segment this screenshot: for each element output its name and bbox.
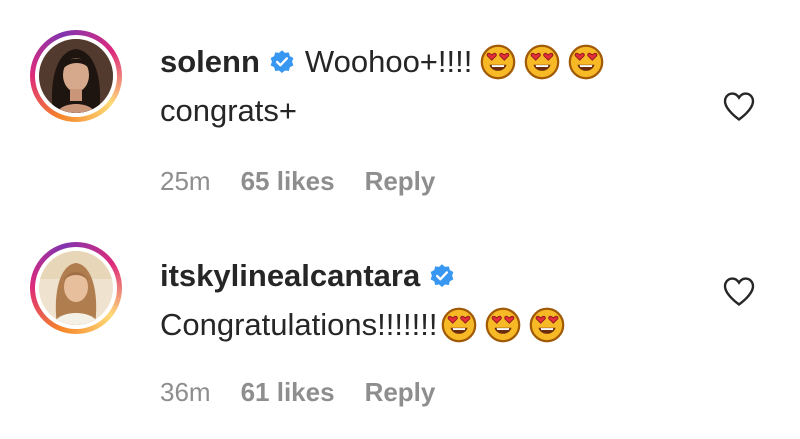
heart-outline-icon[interactable] bbox=[722, 90, 756, 122]
avatar[interactable] bbox=[39, 251, 113, 325]
heart-outline-icon[interactable] bbox=[722, 275, 756, 307]
comment-meta: 25m 65 likes Reply bbox=[160, 166, 465, 197]
heart-eyes-emoji bbox=[442, 307, 477, 343]
comment-likes-button[interactable]: 61 likes bbox=[241, 377, 335, 408]
heart-eyes-emoji bbox=[486, 307, 521, 343]
comment: itskylinealcantara Congratulations!!!!!!… bbox=[0, 215, 800, 439]
comment-timestamp[interactable]: 36m bbox=[160, 377, 211, 408]
comment-text: Congratulations!!!!!!! bbox=[160, 307, 438, 342]
verified-badge-icon bbox=[270, 50, 294, 74]
comment-username[interactable]: solenn bbox=[160, 44, 260, 80]
avatar-story-ring[interactable] bbox=[30, 30, 122, 122]
comment-text-continued: congrats+ bbox=[160, 93, 298, 128]
comment: solenn Woohoo+!!!! congrats+ 25m 65 like… bbox=[0, 0, 800, 215]
comment-timestamp[interactable]: 25m bbox=[160, 166, 211, 197]
heart-eyes-emoji bbox=[481, 44, 516, 80]
heart-eyes-emoji bbox=[569, 44, 604, 80]
comment-username[interactable]: itskylinealcantara bbox=[160, 258, 420, 294]
heart-eyes-emoji bbox=[525, 44, 560, 80]
comment-meta: 36m 61 likes Reply bbox=[160, 377, 465, 408]
verified-badge-icon bbox=[430, 264, 454, 288]
avatar[interactable] bbox=[39, 39, 113, 113]
avatar-story-ring[interactable] bbox=[30, 242, 122, 334]
reply-button[interactable]: Reply bbox=[365, 377, 436, 408]
comment-text: Woohoo+!!!! bbox=[304, 44, 473, 79]
reply-button[interactable]: Reply bbox=[365, 166, 436, 197]
heart-eyes-emoji bbox=[530, 307, 565, 343]
comment-likes-button[interactable]: 65 likes bbox=[241, 166, 335, 197]
